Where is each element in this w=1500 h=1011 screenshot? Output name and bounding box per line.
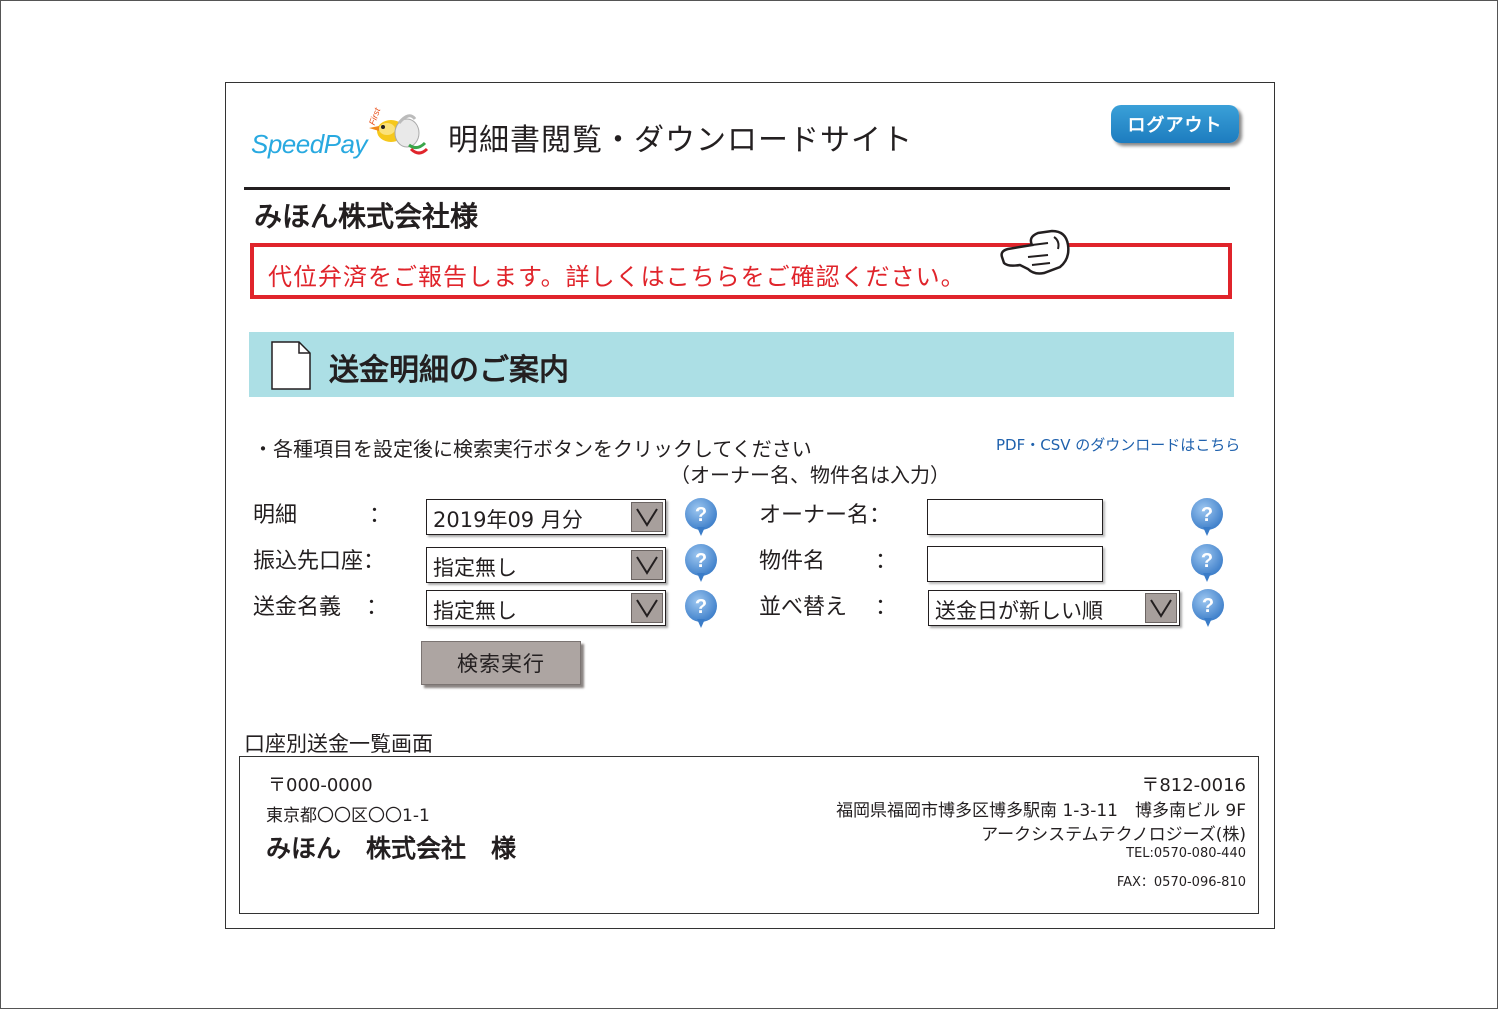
company-name: みほん株式会社様 [254, 200, 479, 233]
help-icon[interactable]: ? [683, 497, 719, 537]
account-select-value: 指定無し [433, 556, 517, 580]
instruction-text: ・各種項目を設定後に検索実行ボタンをクリックしてください [253, 437, 812, 461]
sender-address: 福岡県福岡市博多区博多駅南 1-3-11 博多南ビル 9F [836, 801, 1246, 821]
header-divider [244, 187, 1230, 190]
site-title: 明細書閲覧・ダウンロードサイト [448, 123, 913, 158]
svg-text:?: ? [695, 504, 707, 526]
chevron-down-icon [631, 550, 663, 580]
remit-name-select-value: 指定無し [433, 599, 517, 623]
notice-link[interactable]: 代位弁済をご報告します。詳しくはこちらをご確認ください。 [250, 243, 1232, 299]
sender-company: アークシステムテクノロジーズ(株) [981, 825, 1246, 845]
sender-fax: FAX：0570-096-810 [1116, 875, 1246, 890]
owner-label: オーナー名： [759, 503, 892, 528]
sort-label: 並べ替え [759, 595, 848, 620]
help-icon[interactable]: ? [1190, 588, 1226, 628]
pointing-hand-icon [1000, 229, 1070, 275]
search-button[interactable]: 検索実行 [421, 641, 581, 685]
sort-colon: ： [875, 595, 898, 620]
svg-text:?: ? [695, 550, 707, 572]
preview-title: 口座別送金一覧画面 [244, 732, 433, 756]
property-colon: ： [875, 549, 898, 574]
account-label: 振込先口座： [253, 549, 386, 574]
speedpay-logo: SpeedPay First [251, 105, 429, 165]
remit-name-label: 送金名義 [253, 595, 342, 620]
owner-input[interactable] [927, 499, 1103, 535]
svg-text:?: ? [1201, 504, 1213, 526]
bird-icon [369, 114, 429, 155]
svg-text:?: ? [695, 596, 707, 618]
sort-select-value: 送金日が新しい順 [935, 599, 1103, 623]
statement-select[interactable]: 2019年09 月分 [426, 499, 666, 535]
document-icon [271, 341, 311, 390]
help-icon[interactable]: ? [683, 589, 719, 629]
help-icon[interactable]: ? [1189, 543, 1225, 583]
statement-select-value: 2019年09 月分 [433, 508, 583, 532]
statement-label: 明細 [253, 503, 298, 528]
account-select[interactable]: 指定無し [426, 547, 666, 583]
sender-tel: TEL:0570-080-440 [1126, 846, 1246, 861]
chevron-down-icon [631, 593, 663, 623]
sort-select[interactable]: 送金日が新しい順 [928, 590, 1180, 626]
logo-text: SpeedPay [251, 129, 367, 159]
svg-text:?: ? [1202, 595, 1214, 617]
chevron-down-icon [631, 502, 663, 532]
recipient-zip: 〒000-0000 [268, 775, 373, 796]
sender-zip: 〒812-0016 [1141, 775, 1246, 796]
chevron-down-icon [1145, 593, 1177, 623]
property-input[interactable] [927, 546, 1103, 582]
section-header: 送金明細のご案内 [249, 332, 1234, 397]
statement-page: SpeedPay First 明細書閲覧・ダウンロードサイト ログアウト みほん… [225, 82, 1275, 929]
recipient-address: 東京都〇〇区〇〇1-1 [266, 806, 430, 826]
remit-name-select[interactable]: 指定無し [426, 590, 666, 626]
help-icon[interactable]: ? [1189, 497, 1225, 537]
logout-button[interactable]: ログアウト [1111, 105, 1239, 143]
notice-text: 代位弁済をご報告します。詳しくはこちらをご確認ください。 [268, 263, 966, 291]
remit-name-colon: ： [366, 595, 389, 620]
remittance-preview: 〒000-0000 東京都〇〇区〇〇1-1 みほん 株式会社 様 〒812-00… [239, 756, 1259, 914]
statement-colon: ： [369, 503, 392, 528]
instruction-note: （オーナー名、物件名は入力） [670, 463, 950, 487]
section-title: 送金明細のご案内 [329, 353, 569, 388]
download-link[interactable]: PDF・CSV のダウンロードはこちら [996, 434, 1240, 455]
property-label: 物件名 [759, 549, 826, 574]
svg-text:?: ? [1201, 550, 1213, 572]
help-icon[interactable]: ? [683, 543, 719, 583]
recipient-name: みほん 株式会社 様 [266, 834, 517, 863]
